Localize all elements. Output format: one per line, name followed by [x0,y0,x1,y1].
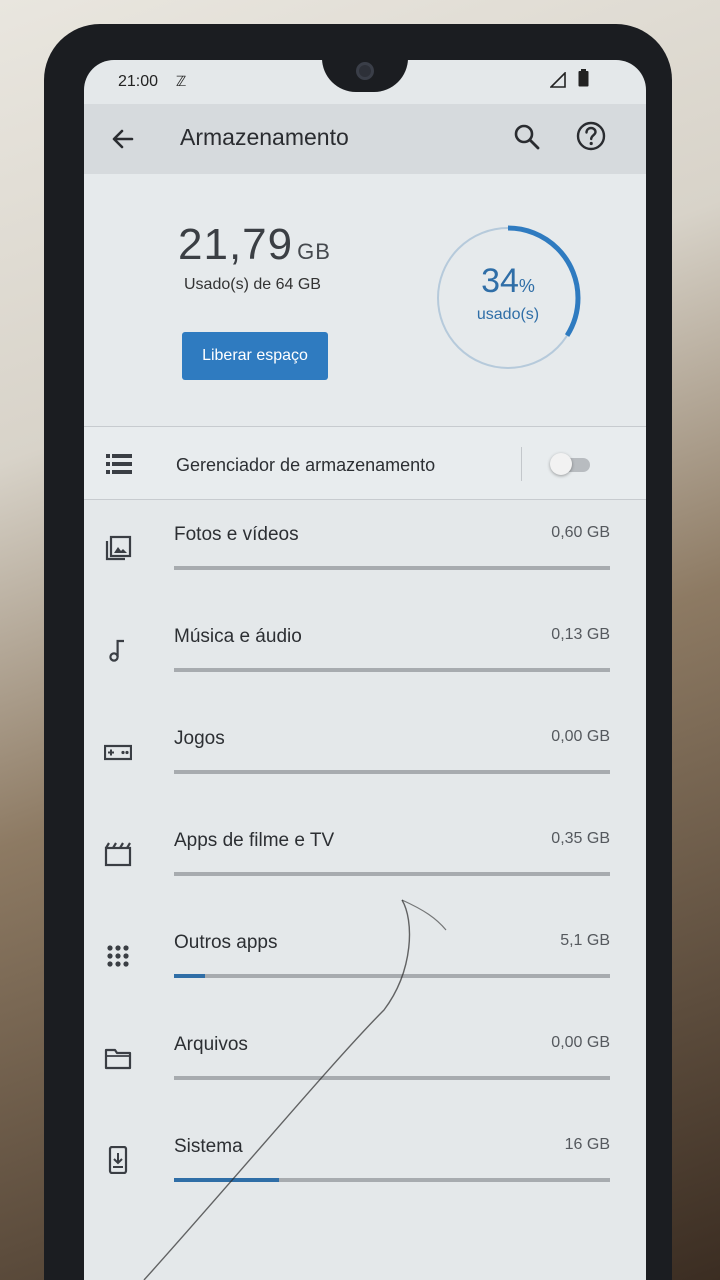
toggle-thumb [550,453,572,475]
photos-icon [105,535,132,561]
signal-icon [550,72,566,88]
music-note-icon [109,639,124,662]
category-size: 0,13 GB [551,626,610,643]
storage-categories: Fotos e vídeos 0,60 GB Música e áudio 0,… [84,500,646,1214]
category-music-audio[interactable]: Música e áudio 0,13 GB [84,602,646,704]
category-usage-bar [174,872,610,876]
storage-manager-toggle[interactable] [550,453,592,475]
phone-screen: 21:00 ℤ Armazenamento 21,79 GB Usado(s) … [84,60,646,1280]
divider [521,447,522,481]
category-label: Outros apps [174,932,278,953]
category-other-apps[interactable]: Outros apps 5,1 GB [84,908,646,1010]
category-label: Apps de filme e TV [174,830,335,851]
folder-icon [104,1048,132,1070]
category-size: 0,60 GB [551,524,610,541]
app-bar: Armazenamento [84,104,646,174]
free-up-space-button[interactable]: Liberar espaço [182,332,328,380]
category-files[interactable]: Arquivos 0,00 GB [84,1010,646,1112]
movie-icon [104,842,132,867]
category-label: Jogos [174,728,225,749]
arrow-back-icon[interactable] [106,122,140,156]
used-unit: GB [297,239,331,264]
storage-manager-label: Gerenciador de armazenamento [176,455,436,475]
category-label: Sistema [174,1136,243,1157]
storage-manager-row[interactable]: Gerenciador de armazenamento [84,426,646,500]
category-size: 16 GB [564,1136,610,1153]
usage-percent-value: 34 [481,262,519,300]
used-amount: 21,79 [178,220,294,269]
category-size: 0,00 GB [551,1034,610,1051]
category-usage-fill [174,974,205,978]
status-time: 21:00 [118,73,159,90]
page-title: Armazenamento [180,124,349,150]
category-size: 0,00 GB [551,728,610,745]
apps-grid-icon [107,945,129,967]
category-label: Arquivos [174,1034,248,1055]
category-usage-fill [174,1178,279,1182]
gamepad-icon [104,744,132,761]
front-camera [356,62,374,80]
category-usage-bar [174,974,610,978]
category-system[interactable]: Sistema 16 GB [84,1112,646,1214]
usage-percent-label: usado(s) [476,306,540,323]
category-photos-videos[interactable]: Fotos e vídeos 0,60 GB [84,500,646,602]
category-games[interactable]: Jogos 0,00 GB [84,704,646,806]
usage-percent: 34% [434,262,582,301]
used-caption: Usado(s) de 64 GB [184,276,321,293]
category-size: 5,1 GB [560,932,610,949]
category-usage-bar [174,668,610,672]
category-label: Fotos e vídeos [174,524,299,545]
search-icon[interactable] [512,122,542,152]
category-usage-bar [174,566,610,570]
category-usage-bar [174,770,610,774]
category-usage-bar [174,1076,610,1080]
usage-percent-sign: % [518,276,535,296]
storage-list-icon [106,454,132,474]
category-usage-bar [174,1178,610,1182]
notification-icon: ℤ [176,73,187,89]
category-label: Música e áudio [174,626,302,647]
category-size: 0,35 GB [551,830,610,847]
used-storage-value: 21,79 GB [178,220,331,270]
help-icon[interactable] [574,119,608,153]
storage-summary: 21,79 GB Usado(s) de 64 GB Liberar espaço… [84,174,646,426]
system-update-icon [108,1146,128,1174]
category-movies-tv[interactable]: Apps de filme e TV 0,35 GB [84,806,646,908]
battery-icon [578,69,589,87]
